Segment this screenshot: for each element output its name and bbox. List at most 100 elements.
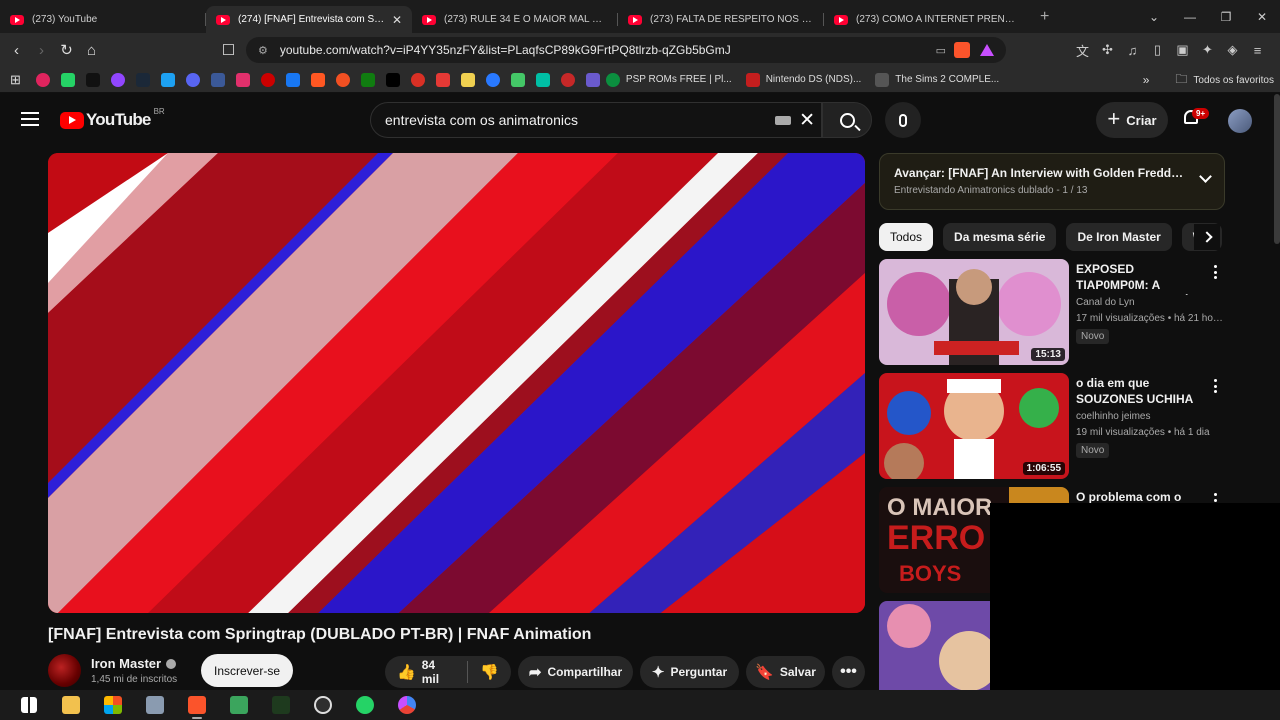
like-button[interactable]: 👍 84 mil bbox=[385, 656, 467, 688]
menu-icon[interactable]: ≡ bbox=[1245, 43, 1270, 58]
media-icon[interactable]: ♫ bbox=[1120, 43, 1145, 58]
home-icon[interactable]: ⌂ bbox=[79, 42, 104, 59]
browser-tab[interactable]: (273) RULE 34 É O MAIOR MAL QUE bbox=[412, 6, 618, 33]
bookmark-icon-only[interactable] bbox=[256, 72, 275, 87]
subscribe-button[interactable]: Inscrever-se bbox=[201, 654, 293, 687]
apps-grid-icon[interactable]: ⊞ bbox=[10, 72, 21, 88]
sidebar-icon[interactable]: ▯ bbox=[1145, 42, 1170, 58]
guide-menu-icon[interactable] bbox=[21, 112, 39, 126]
ask-button[interactable]: ✦ Perguntar bbox=[640, 656, 739, 688]
bookmark-icon-only[interactable] bbox=[406, 72, 425, 87]
discord-icon[interactable] bbox=[218, 690, 260, 720]
share-button[interactable]: ➦ Compartilhar bbox=[518, 656, 633, 688]
translate-icon[interactable]: 文 bbox=[1070, 41, 1095, 60]
brave-rewards-icon[interactable] bbox=[980, 44, 994, 56]
dislike-button[interactable]: 👎 bbox=[468, 656, 511, 688]
search-input[interactable]: entrevista com os animatronics ✕ bbox=[370, 102, 822, 138]
microsoft-store-icon[interactable] bbox=[92, 690, 134, 720]
clear-search-icon[interactable]: ✕ bbox=[799, 109, 815, 132]
bookmark-psp-roms[interactable]: PSP ROMs FREE | Pl... bbox=[605, 72, 732, 87]
bookmark-icon-only[interactable] bbox=[106, 72, 125, 87]
video-player[interactable] bbox=[48, 153, 865, 613]
more-vertical-icon[interactable] bbox=[1213, 265, 1217, 279]
file-explorer-icon[interactable] bbox=[50, 690, 92, 720]
bookmark-icon-only[interactable] bbox=[581, 72, 600, 87]
more-actions-button[interactable]: ••• bbox=[832, 656, 865, 688]
youtube-logo[interactable]: YouTube BR bbox=[60, 107, 165, 130]
recommendation-item[interactable]: 1:06:55 o dia em que SOUZONES UCHIHA ...… bbox=[879, 373, 1225, 479]
video-thumbnail[interactable]: 1:06:55 bbox=[879, 373, 1069, 479]
chip-todos[interactable]: Todos bbox=[879, 223, 934, 251]
bookmark-icon-only[interactable] bbox=[56, 72, 75, 87]
keyboard-icon[interactable] bbox=[775, 116, 791, 125]
bookmark-icon-only[interactable] bbox=[456, 72, 475, 87]
expand-playlist-icon[interactable] bbox=[1199, 170, 1212, 183]
browser-tab-active[interactable]: (274) [FNAF] Entrevista com Springtrap ✕ bbox=[206, 6, 412, 33]
search-button[interactable] bbox=[822, 102, 872, 138]
close-tab-icon[interactable]: ✕ bbox=[392, 13, 402, 27]
cast-icon[interactable]: ▭ bbox=[936, 44, 946, 57]
bookmark-icon-only[interactable] bbox=[356, 72, 375, 87]
bookmark-icon-only[interactable] bbox=[231, 72, 250, 87]
bookmark-page-icon[interactable]: ☐ bbox=[216, 41, 241, 59]
wallet-icon[interactable]: ▣ bbox=[1170, 42, 1195, 58]
back-icon[interactable]: ‹ bbox=[4, 42, 29, 59]
all-bookmarks-link[interactable]: Todos os favoritos bbox=[1193, 75, 1274, 86]
brave-shields-icon[interactable] bbox=[954, 42, 970, 58]
bookmark-icon-only[interactable] bbox=[281, 72, 300, 87]
bookmark-sims2[interactable]: The Sims 2 COMPLE... bbox=[875, 72, 999, 87]
brave-browser-icon[interactable] bbox=[176, 690, 218, 720]
bookmark-icon-only[interactable] bbox=[206, 72, 225, 87]
close-window-icon[interactable]: ✕ bbox=[1244, 10, 1280, 24]
bookmark-icon-only[interactable] bbox=[481, 72, 500, 87]
more-bookmarks-icon[interactable]: » bbox=[1143, 73, 1150, 87]
file-manager-icon[interactable] bbox=[134, 690, 176, 720]
bookmark-icon-only[interactable] bbox=[556, 72, 575, 87]
tab-search-icon[interactable]: ⌄ bbox=[1136, 10, 1172, 24]
address-bar[interactable]: ⚙ youtube.com/watch?v=iP4YY35nzFY&list=P… bbox=[246, 37, 1006, 63]
bookmark-icon-only[interactable] bbox=[306, 72, 325, 87]
chip-channel[interactable]: De Iron Master bbox=[1066, 223, 1172, 251]
chips-next-button[interactable] bbox=[1194, 224, 1220, 250]
bookmark-nintendo-ds[interactable]: Nintendo DS (NDS)... bbox=[745, 72, 861, 87]
recommendation-item[interactable]: 15:13 EXPOSED TIAP0MP0M: A VTUBER QUE ES… bbox=[879, 259, 1226, 365]
whatsapp-icon[interactable] bbox=[344, 690, 386, 720]
forward-icon[interactable]: › bbox=[29, 42, 54, 59]
bookmark-icon-only[interactable] bbox=[506, 72, 525, 87]
browser-tab[interactable]: (273) COMO A INTERNET PRENDEU bbox=[824, 6, 1030, 33]
video-thumbnail[interactable]: 15:13 bbox=[879, 259, 1069, 365]
vpn-icon[interactable]: ◈ bbox=[1220, 42, 1245, 58]
voice-search-button[interactable] bbox=[885, 102, 921, 138]
account-avatar[interactable] bbox=[1228, 109, 1252, 133]
save-button[interactable]: 🔖 Salvar bbox=[746, 656, 825, 688]
bookmark-icon-only[interactable] bbox=[431, 72, 450, 87]
bookmark-icon-only[interactable] bbox=[181, 72, 200, 87]
browser-tab[interactable]: (273) YouTube bbox=[0, 6, 206, 33]
steam-tools-icon[interactable] bbox=[260, 690, 302, 720]
bookmark-icon-only[interactable] bbox=[531, 72, 550, 87]
bookmark-icon-only[interactable] bbox=[331, 72, 350, 87]
reload-icon[interactable]: ↻ bbox=[54, 41, 79, 59]
new-tab-icon[interactable]: + bbox=[1040, 8, 1049, 26]
bookmark-icon-only[interactable] bbox=[81, 72, 100, 87]
browser-tab[interactable]: (273) FALTA DE RESPEITO NOS GAME bbox=[618, 6, 824, 33]
bookmark-icon-only[interactable] bbox=[131, 72, 150, 87]
create-button[interactable]: + Criar bbox=[1096, 102, 1168, 138]
bookmark-icon-only[interactable] bbox=[381, 72, 400, 87]
site-info-icon[interactable]: ⚙ bbox=[258, 44, 268, 57]
playlist-panel[interactable]: Avançar: [FNAF] An Interview with Golden… bbox=[879, 153, 1225, 210]
extensions-icon[interactable]: ✣ bbox=[1095, 42, 1120, 58]
channel-avatar[interactable] bbox=[48, 654, 81, 687]
chrome-dev-icon[interactable] bbox=[386, 690, 428, 720]
chip-same-series[interactable]: Da mesma série bbox=[943, 223, 1057, 251]
more-vertical-icon[interactable] bbox=[1213, 379, 1217, 393]
bookmark-icon-only[interactable] bbox=[156, 72, 175, 87]
obs-icon[interactable] bbox=[302, 690, 344, 720]
page-scrollbar[interactable] bbox=[1274, 94, 1280, 244]
channel-name-link[interactable]: Iron Master bbox=[91, 656, 177, 671]
bookmark-icon-only[interactable] bbox=[31, 72, 50, 87]
windows-start-icon[interactable] bbox=[8, 690, 50, 720]
restore-icon[interactable]: ❐ bbox=[1208, 10, 1244, 24]
minimize-icon[interactable]: — bbox=[1172, 10, 1208, 24]
leo-ai-icon[interactable]: ✦ bbox=[1195, 42, 1220, 58]
